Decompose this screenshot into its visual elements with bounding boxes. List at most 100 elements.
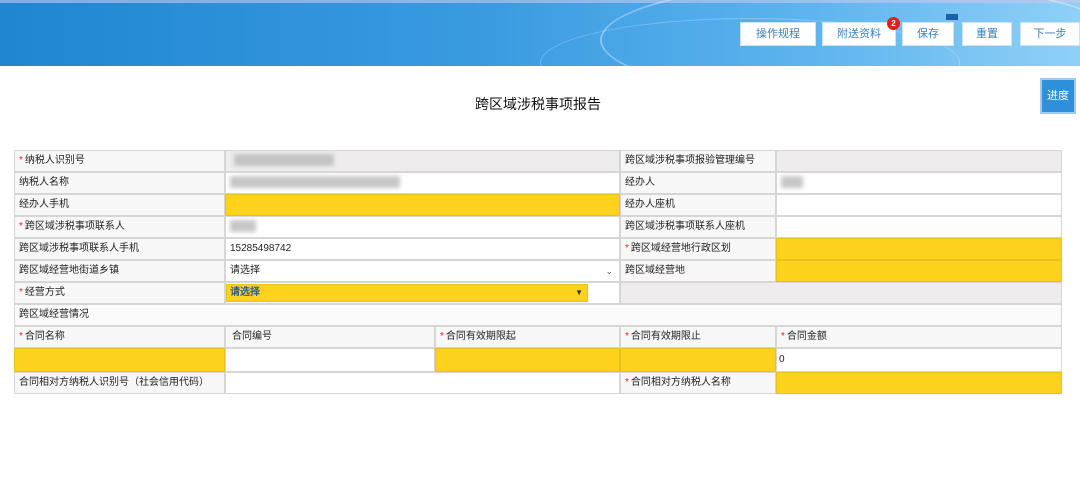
contact-mobile-value: 15285498742 xyxy=(230,243,292,254)
label-text: 纳税人识别号 xyxy=(24,155,85,166)
label-text: 跨区域涉税事项联系人座机 xyxy=(625,221,745,232)
street-select-value: 请选择 xyxy=(230,265,260,276)
table-header-row: * 合同名称 合同编号 * 合同有效期限起 * 合同有效期限止 * 合同金额 xyxy=(14,326,1062,348)
report-mgmt-no-field xyxy=(776,150,1062,172)
label-text: 跨区域涉税事项联系人 xyxy=(24,221,125,232)
label-text: 合同相对方纳税人名称 xyxy=(630,377,731,388)
contact-phone-input[interactable] xyxy=(776,216,1062,238)
report-mgmt-no-label: 跨区域涉税事项报验管理编号 xyxy=(620,150,776,172)
handler-mobile-input[interactable] xyxy=(225,194,620,216)
contact-input[interactable] xyxy=(225,216,620,238)
progress-button[interactable]: 进度 xyxy=(1040,78,1076,114)
mode-select[interactable]: 请选择 ▼ xyxy=(226,284,588,302)
contact-phone-label: 跨区域涉税事项联系人座机 xyxy=(620,216,776,238)
next-step-button[interactable]: 下一步 xyxy=(1020,22,1080,46)
label-text: 合同相对方纳税人识别号（社会信用代码） xyxy=(19,377,209,388)
required-mark: * xyxy=(440,331,444,342)
redacted-value xyxy=(234,154,334,167)
label-text: 合同编号 xyxy=(232,331,272,342)
amount-value: 0 xyxy=(779,354,785,365)
label-text: 合同有效期限止 xyxy=(630,331,701,342)
street-label: 跨区域经营地街道乡镇 xyxy=(14,260,225,282)
taxpayer-name-label: 纳税人名称 xyxy=(14,172,225,194)
address-input[interactable] xyxy=(776,260,1062,282)
label-text: 经办人 xyxy=(625,177,655,188)
form-row: * 跨区域涉税事项联系人 跨区域涉税事项联系人座机 xyxy=(14,216,1062,238)
caret-down-icon: ▼ xyxy=(575,288,583,297)
label-text: 合同金额 xyxy=(786,331,827,342)
label-text: 跨区域涉税事项报验管理编号 xyxy=(625,155,755,166)
form-row: 纳税人名称 经办人 xyxy=(14,172,1062,194)
taxpayer-id-field xyxy=(225,150,620,172)
empty-cell xyxy=(620,282,1062,304)
region-input[interactable] xyxy=(776,238,1062,260)
region-label: * 跨区域经营地行政区划 xyxy=(620,238,776,260)
taxpayer-id-label: * 纳税人识别号 xyxy=(14,150,225,172)
contact-label: * 跨区域涉税事项联系人 xyxy=(14,216,225,238)
counterparty-id-label: 合同相对方纳税人识别号（社会信用代码） xyxy=(14,372,225,394)
required-mark: * xyxy=(625,377,629,388)
page-title-text: 跨区域涉税事项报告 xyxy=(475,96,601,112)
save-button[interactable]: 保存 xyxy=(902,22,954,46)
section-title: 跨区域经营情况 xyxy=(14,304,1062,326)
label-text: 跨区域涉税事项联系人手机 xyxy=(19,243,139,254)
handler-phone-input[interactable] xyxy=(776,194,1062,216)
label-text: 跨区域经营地街道乡镇 xyxy=(19,265,119,276)
contact-mobile-input[interactable]: 15285498742 xyxy=(225,238,620,260)
label-text: 经营方式 xyxy=(24,287,65,298)
label-text: 经办人手机 xyxy=(19,199,69,210)
required-mark: * xyxy=(19,331,23,342)
label-text: 跨区域经营情况 xyxy=(19,309,89,320)
contract-no-input[interactable] xyxy=(225,348,435,372)
form-row: 合同相对方纳税人识别号（社会信用代码） * 合同相对方纳税人名称 xyxy=(14,372,1062,394)
redacted-value xyxy=(230,220,256,233)
counterparty-name-label: * 合同相对方纳税人名称 xyxy=(620,372,776,394)
table-row: 0 xyxy=(14,348,1062,372)
handler-field xyxy=(776,172,1062,194)
mode-select-value: 请选择 xyxy=(230,287,260,298)
contract-name-header: * 合同名称 xyxy=(14,326,225,348)
save-marker-icon xyxy=(946,14,958,20)
form-row: * 纳税人识别号 跨区域涉税事项报验管理编号 xyxy=(14,150,1062,172)
required-mark: * xyxy=(625,331,629,342)
label-text: 合同名称 xyxy=(24,331,65,342)
mode-label: * 经营方式 xyxy=(14,282,225,304)
required-mark: * xyxy=(781,331,785,342)
required-mark: * xyxy=(625,243,629,254)
valid-to-header: * 合同有效期限止 xyxy=(620,326,776,348)
form-row: 跨区域经营情况 xyxy=(14,304,1062,326)
attachments-button[interactable]: 附送资料 xyxy=(822,22,896,46)
handler-phone-label: 经办人座机 xyxy=(620,194,776,216)
label-text: 跨区域经营地 xyxy=(625,265,685,276)
label-text: 纳税人名称 xyxy=(19,177,69,188)
redacted-value xyxy=(230,176,400,189)
counterparty-name-input[interactable] xyxy=(776,372,1062,394)
address-label: 跨区域经营地 xyxy=(620,260,776,282)
required-mark: * xyxy=(19,155,23,166)
form-row: * 经营方式 请选择 ▼ xyxy=(14,282,1062,304)
valid-from-input[interactable] xyxy=(435,348,620,372)
contract-name-input[interactable] xyxy=(14,348,225,372)
handler-mobile-label: 经办人手机 xyxy=(14,194,225,216)
required-mark: * xyxy=(19,287,23,298)
page-title: 跨区域涉税事项报告 xyxy=(0,94,1080,114)
reset-button[interactable]: 重置 xyxy=(962,22,1012,46)
label-text: 经办人座机 xyxy=(625,199,675,210)
handler-label: 经办人 xyxy=(620,172,776,194)
required-mark: * xyxy=(19,221,23,232)
street-select[interactable]: 请选择 ⌄ xyxy=(225,260,620,282)
taxpayer-name-field xyxy=(225,172,620,194)
counterparty-id-input[interactable] xyxy=(225,372,620,394)
valid-from-header: * 合同有效期限起 xyxy=(435,326,620,348)
form-row: 经办人手机 经办人座机 xyxy=(14,194,1062,216)
contact-mobile-label: 跨区域涉税事项联系人手机 xyxy=(14,238,225,260)
label-text: 合同有效期限起 xyxy=(445,331,516,342)
contract-no-header: 合同编号 xyxy=(225,326,435,348)
valid-to-input[interactable] xyxy=(620,348,776,372)
form-row: 跨区域经营地街道乡镇 请选择 ⌄ 跨区域经营地 xyxy=(14,260,1062,282)
amount-input[interactable]: 0 xyxy=(776,348,1062,372)
attachments-count-badge: 2 xyxy=(887,17,900,30)
rules-button[interactable]: 操作规程 xyxy=(740,22,816,46)
chevron-down-icon: ⌄ xyxy=(605,266,613,276)
amount-header: * 合同金额 xyxy=(776,326,1062,348)
